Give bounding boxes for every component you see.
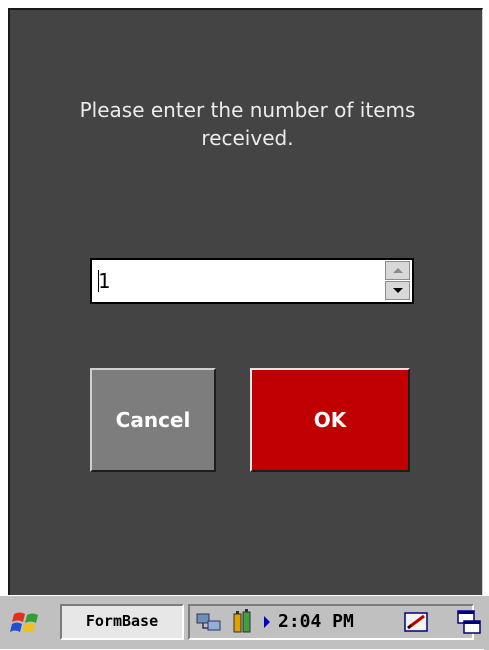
text-caret	[98, 270, 99, 292]
arrow-down-icon	[392, 288, 403, 293]
network-icon[interactable]	[194, 608, 224, 636]
show-desktop-icon[interactable]	[454, 608, 484, 638]
quantity-stepper[interactable]	[90, 258, 414, 304]
quantity-dialog: Please enter the number of items receive…	[8, 8, 483, 595]
windows-flag-icon[interactable]	[6, 608, 48, 638]
clock[interactable]: 2:04 PM	[278, 606, 354, 638]
input-panel-icon[interactable]	[402, 608, 432, 636]
system-tray: 2:04 PM	[188, 604, 474, 640]
taskbar: FormBase 2:04 PM	[0, 595, 489, 650]
taskbar-edge	[484, 596, 489, 650]
taskbar-app-formbase[interactable]: FormBase	[60, 604, 184, 640]
device-screen: Please enter the number of items receive…	[0, 0, 489, 650]
ok-button[interactable]: OK	[250, 368, 410, 472]
battery-icon[interactable]	[228, 608, 258, 636]
increment-button[interactable]	[385, 261, 410, 280]
tray-expand-arrow-icon[interactable]	[264, 616, 270, 628]
quantity-input[interactable]	[92, 260, 372, 302]
prompt-text: Please enter the number of items receive…	[79, 98, 416, 150]
decrement-button[interactable]	[385, 281, 410, 300]
arrow-up-icon	[392, 268, 403, 273]
cancel-button[interactable]: Cancel	[90, 368, 216, 472]
